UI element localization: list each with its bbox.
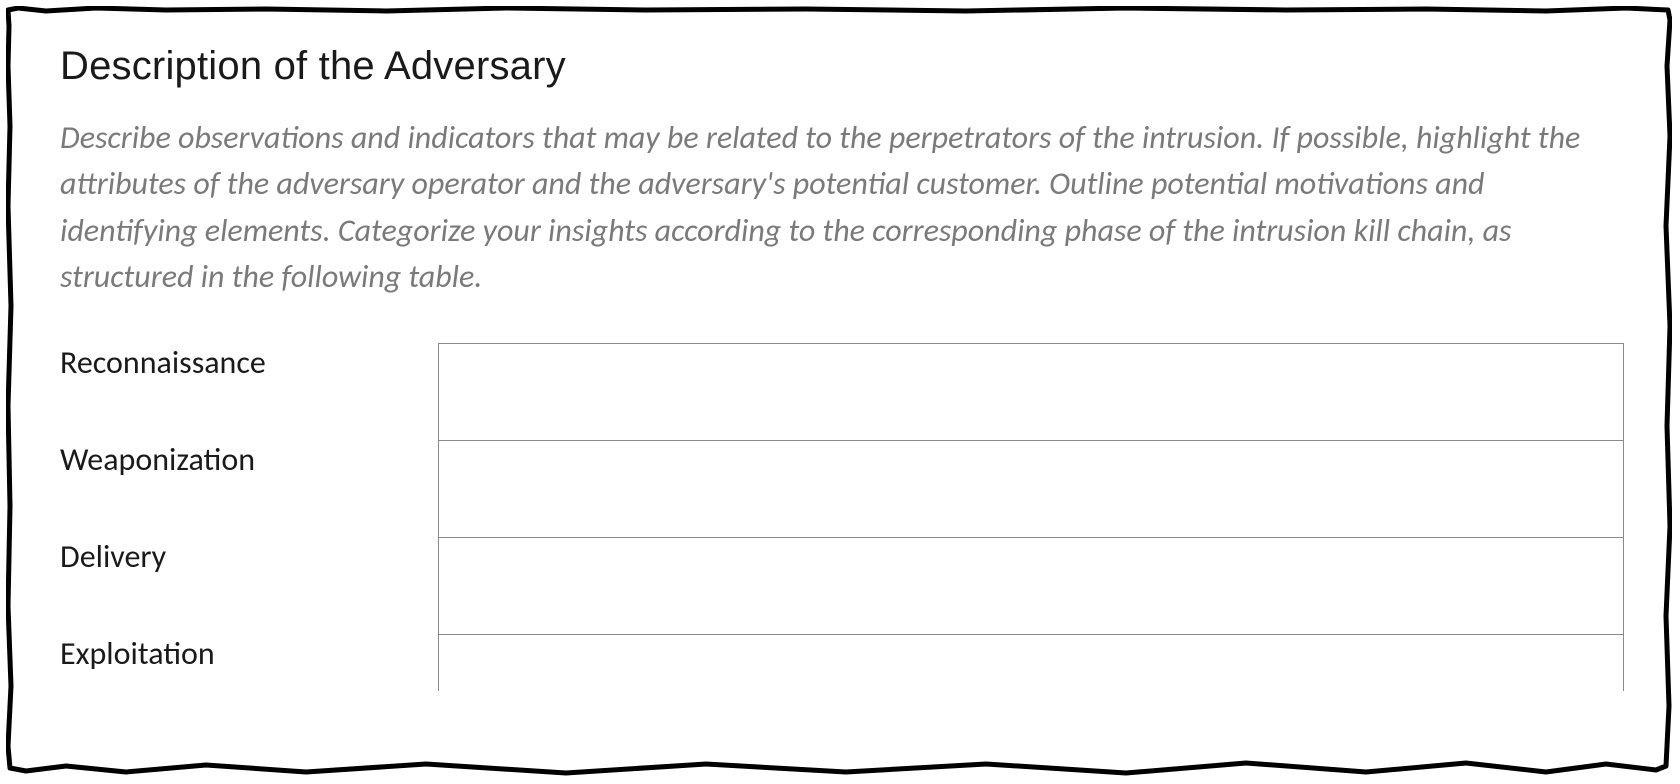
phase-cell-weaponization[interactable] <box>439 440 1624 537</box>
document-content: Description of the Adversary Describe ob… <box>6 6 1672 691</box>
table-row: Weaponization <box>60 440 1624 537</box>
document-frame: Description of the Adversary Describe ob… <box>6 6 1672 776</box>
phase-label-weaponization: Weaponization <box>60 440 439 537</box>
phase-cell-exploitation[interactable] <box>439 634 1624 691</box>
phase-label-delivery: Delivery <box>60 537 439 634</box>
table-row: Delivery <box>60 537 1624 634</box>
table-row: Reconnaissance <box>60 343 1624 440</box>
phase-label-exploitation: Exploitation <box>60 634 439 691</box>
table-row: Exploitation <box>60 634 1624 691</box>
phase-cell-delivery[interactable] <box>439 537 1624 634</box>
section-instructions: Describe observations and indicators tha… <box>60 115 1624 301</box>
section-title: Description of the Adversary <box>60 44 1624 89</box>
phase-label-reconnaissance: Reconnaissance <box>60 343 439 440</box>
phase-cell-reconnaissance[interactable] <box>439 343 1624 440</box>
killchain-table: Reconnaissance Weaponization Delivery Ex… <box>60 343 1624 691</box>
